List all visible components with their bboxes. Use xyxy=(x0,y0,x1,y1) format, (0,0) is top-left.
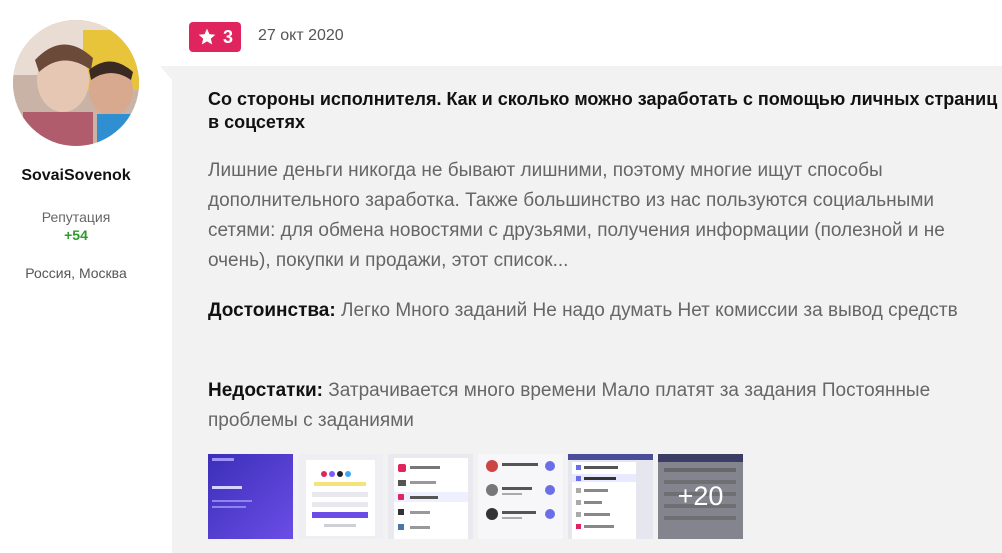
photo-thumbnail[interactable] xyxy=(388,454,473,539)
pros-text: Легко Много заданий Не надо думать Нет к… xyxy=(340,300,958,321)
more-photos-count: +20 xyxy=(658,454,743,539)
pros-section: Достоинства: Легко Много заданий Не надо… xyxy=(208,296,978,326)
review-date: 27 окт 2020 xyxy=(258,27,344,44)
avatar-photo xyxy=(13,20,139,146)
screenshot-image xyxy=(568,454,653,539)
avatar[interactable] xyxy=(13,20,139,146)
pros-label: Достоинства: xyxy=(208,300,336,321)
screenshot-image xyxy=(208,454,293,539)
photo-gallery: +20 xyxy=(208,454,743,539)
star-icon xyxy=(198,28,216,45)
rating-badge: 3 xyxy=(189,22,241,52)
review-title[interactable]: Со стороны исполнителя. Как и сколько мо… xyxy=(208,88,998,134)
reputation-value: +54 xyxy=(64,227,88,243)
photo-thumbnail[interactable] xyxy=(568,454,653,539)
rating-value: 3 xyxy=(222,26,233,47)
screenshot-image xyxy=(478,454,563,539)
cons-section: Недостатки: Затрачивается много времени … xyxy=(208,376,978,436)
reputation-label: Репутация xyxy=(41,209,111,225)
user-location: Россия, Москва xyxy=(25,265,127,281)
photo-thumbnail-more[interactable]: +20 xyxy=(658,454,743,539)
photo-thumbnail[interactable] xyxy=(478,454,563,539)
screenshot-image xyxy=(388,454,473,539)
photo-thumbnail[interactable] xyxy=(208,454,293,539)
user-column: SovaiSovenok Репутация +54 Россия, Москв… xyxy=(0,0,152,553)
screenshot-image xyxy=(298,454,383,539)
card-pointer xyxy=(160,66,172,80)
review-excerpt: Лишние деньги никогда не бывают лишними,… xyxy=(208,160,945,271)
cons-label: Недостатки: xyxy=(208,380,323,401)
username[interactable]: SovaiSovenok xyxy=(0,167,152,185)
photo-thumbnail[interactable] xyxy=(298,454,383,539)
